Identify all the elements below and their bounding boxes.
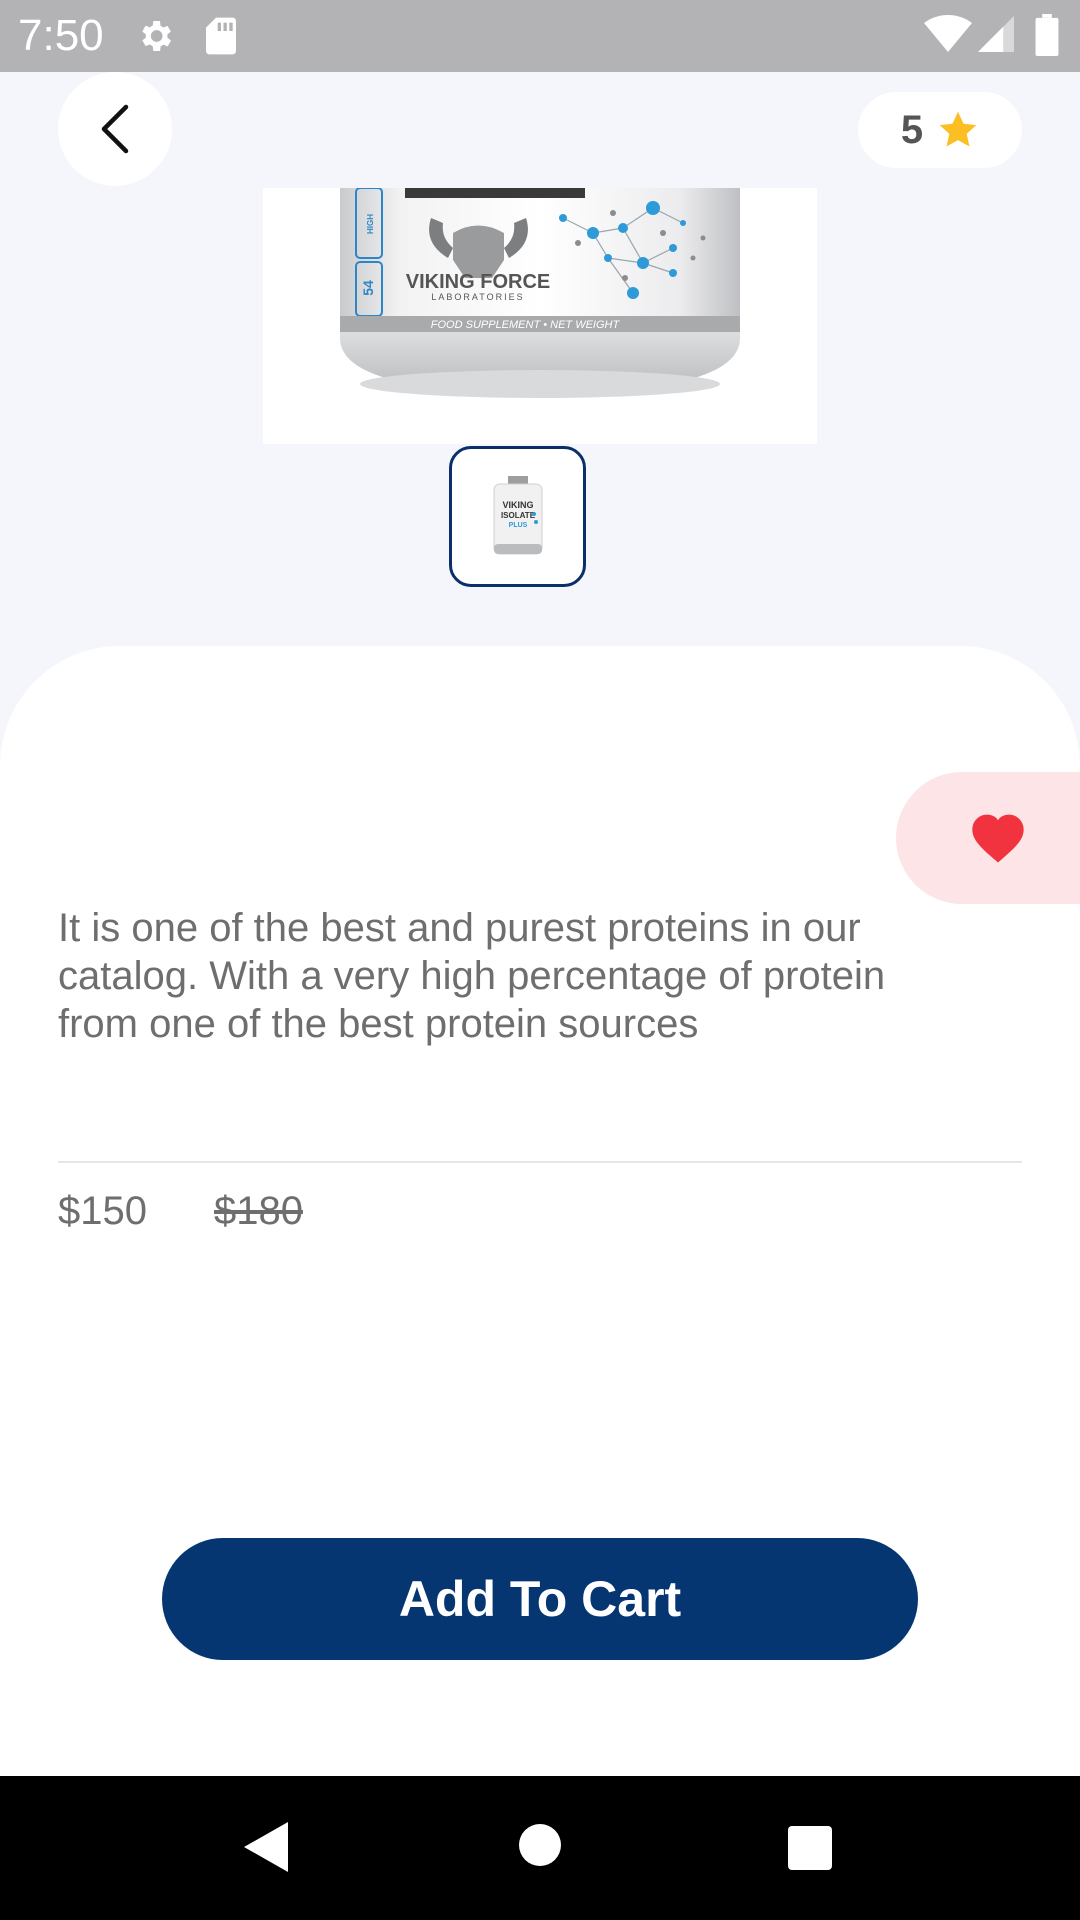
chevron-left-icon: [101, 104, 129, 154]
nav-home-icon[interactable]: [519, 1824, 561, 1866]
rating-badge: 5: [858, 92, 1022, 168]
thumbnail-text-1: VIKING: [502, 500, 533, 510]
system-nav-bar: [0, 1776, 1080, 1920]
add-to-cart-button[interactable]: Add To Cart: [162, 1538, 918, 1660]
wifi-icon: [924, 15, 972, 52]
sd-card-icon: [206, 17, 236, 55]
gear-icon: [142, 21, 171, 51]
current-price: $150: [58, 1189, 147, 1233]
label-band: FOOD SUPPLEMENT • NET WEIGHT: [431, 319, 621, 331]
product-description: It is one of the best and purest protein…: [58, 906, 886, 1046]
divider: [58, 1161, 1022, 1163]
product-image: HIGH 54 VIKING FORCE LABORATORIES FOOD S…: [263, 188, 817, 444]
status-bar: 7:50: [0, 0, 1080, 72]
brand-sub: LABORATORIES: [431, 292, 524, 302]
nav-recents-icon[interactable]: [788, 1826, 832, 1870]
status-time: 7:50: [18, 11, 104, 60]
heart-icon: [972, 814, 1024, 863]
product-thumbnail[interactable]: VIKING ISOLATE PLUS: [449, 446, 586, 587]
side-badge-high: HIGH: [366, 214, 375, 234]
product-jar-illustration: HIGH 54 VIKING FORCE LABORATORIES FOOD S…: [340, 188, 740, 398]
brand-name: VIKING FORCE: [406, 271, 550, 293]
cell-signal-icon: [978, 16, 1014, 52]
original-price: $180: [214, 1189, 303, 1233]
thumbnail-jar-image: VIKING ISOLATE PLUS: [493, 475, 542, 554]
star-icon: [939, 111, 977, 147]
back-button[interactable]: [58, 72, 172, 186]
battery-icon: [1035, 14, 1059, 56]
side-badge-servings: 54: [360, 280, 376, 296]
thumbnail-text-2: ISOLATE: [500, 511, 535, 520]
nav-back-icon[interactable]: [244, 1822, 288, 1872]
thumbnail-text-3: PLUS: [508, 522, 527, 529]
rating-value: 5: [900, 107, 924, 152]
favorite-button[interactable]: [896, 772, 1080, 904]
